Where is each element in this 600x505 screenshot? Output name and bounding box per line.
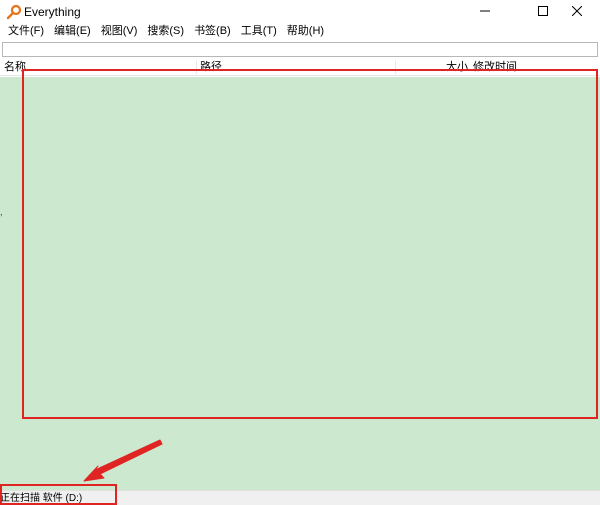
menu-help[interactable]: 帮助(H) — [282, 22, 329, 40]
annotation-status-box — [0, 484, 117, 505]
menu-bookmarks[interactable]: 书签(B) — [189, 22, 236, 40]
menu-tools[interactable]: 工具(T) — [236, 22, 282, 40]
menu-view[interactable]: 视图(V) — [96, 22, 143, 40]
close-icon — [571, 5, 583, 19]
search-bar — [2, 41, 598, 57]
app-window: Everything 文件(F) 编辑(E) 视图(V) 搜索(S) 书签(B)… — [0, 0, 600, 505]
search-input[interactable] — [2, 41, 598, 57]
menu-file[interactable]: 文件(F) — [3, 22, 49, 40]
search-key-icon — [6, 4, 22, 20]
title-bar[interactable]: Everything — [0, 0, 600, 24]
close-button[interactable] — [554, 0, 600, 24]
minimize-icon — [480, 5, 490, 19]
annotation-highlight-box — [22, 69, 598, 419]
menu-edit[interactable]: 编辑(E) — [49, 22, 96, 40]
window-title: Everything — [24, 5, 81, 19]
menu-bar: 文件(F) 编辑(E) 视图(V) 搜索(S) 书签(B) 工具(T) 帮助(H… — [0, 22, 600, 40]
edge-mark: , — [0, 207, 3, 217]
minimize-button[interactable] — [462, 0, 508, 24]
menu-search[interactable]: 搜索(S) — [142, 22, 189, 40]
maximize-icon — [538, 5, 548, 19]
